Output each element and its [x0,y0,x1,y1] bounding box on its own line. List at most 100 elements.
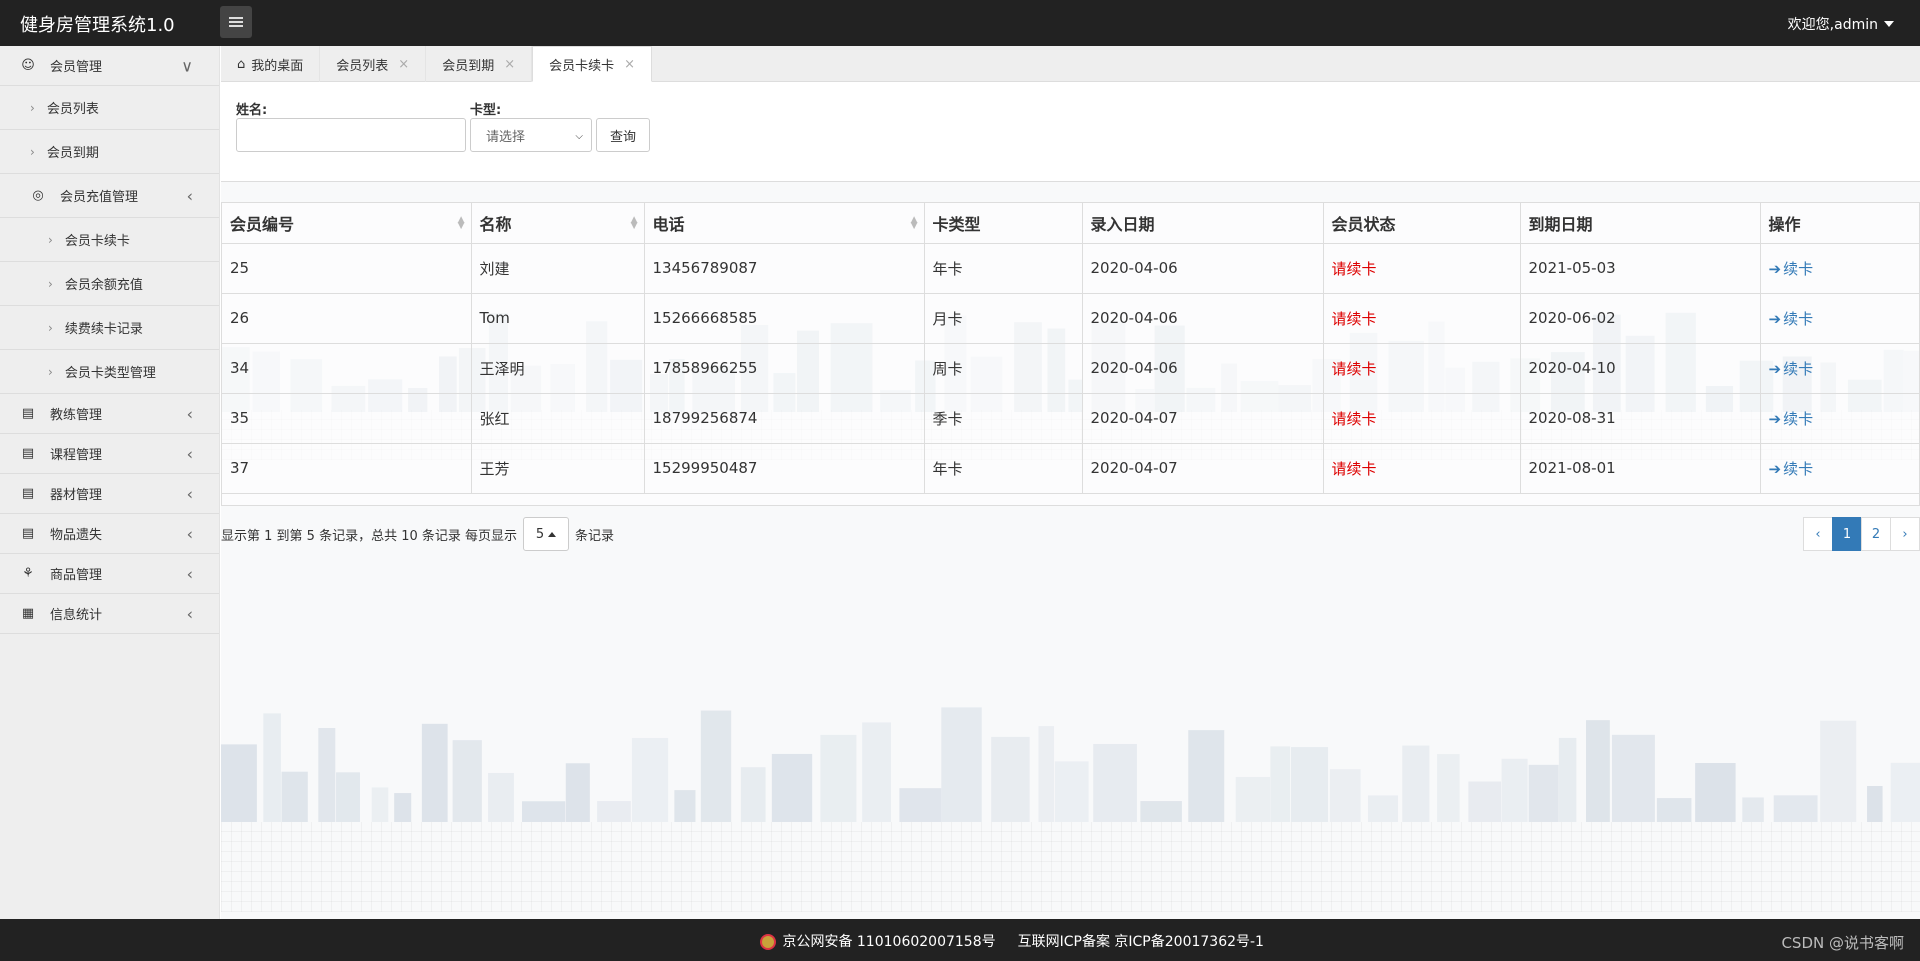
member-table: 会员编号 ▲ ▼ 名称 ▲ ▼ 电话 ▲ ▼ 卡类型 录入日期 会员状态 到期日期 操作 25 刘建 1345… [221,202,1920,506]
sidebar-item[interactable]: ▤ 课程管理 ‹ [0,434,219,474]
cell-text: 续卡 [1783,359,1814,378]
table-cell: 18799256874 [644,393,925,444]
sidebar-item[interactable]: › 会员列表 [0,86,219,130]
sidebar-item-label: 会员充值管理 [60,190,139,205]
renew-link[interactable]: ➔ 续卡 [1760,343,1919,394]
grid-icon: ▦ [21,606,35,621]
tab[interactable]: 会员列表 × [320,46,427,82]
renew-link[interactable]: ➔ 续卡 [1760,393,1919,444]
user-icon: ☺ [21,58,35,73]
table-cell: 张红 [471,393,645,444]
tab[interactable]: ⌂ 我的桌面 [221,46,321,82]
name-input[interactable] [236,118,466,152]
query-button[interactable]: 查询 [596,118,650,152]
renew-link[interactable]: ➔ 续卡 [1760,243,1919,294]
table-cell: Tom [471,293,645,344]
tab[interactable]: 会员卡续卡 × [532,46,653,82]
sidebar-item[interactable]: ▦ 信息统计 ‹ [0,594,219,634]
table-cell: 15299950487 [644,443,925,494]
column-header-label: 名称 [479,214,512,234]
column-header[interactable]: 会员编号 ▲ ▼ [222,203,472,244]
sidebar-item[interactable]: ◎ 会员充值管理 ‹ [0,174,219,218]
menu-toggle-button[interactable] [220,6,252,38]
sidebar-item[interactable]: › 续费续卡记录 [0,306,219,350]
cell-text: 王芳 [479,459,510,478]
sidebar-item[interactable]: ▤ 器材管理 ‹ [0,474,219,514]
icp-record[interactable]: 互联网ICP备案 京ICP备20017362号-1 [1018,931,1264,951]
column-header: 录入日期 [1082,203,1324,244]
police-record[interactable]: 京公网安备 11010602007158号 [760,931,996,951]
sidebar-item-label: 会员余额充值 [64,278,143,293]
column-header[interactable]: 电话 ▲ ▼ [644,203,925,244]
table-cell: 刘建 [471,243,645,294]
arrow-right-icon: ➔ [1768,359,1782,378]
sidebar-item[interactable]: ▤ 物品遗失 ‹ [0,514,219,554]
cell-text: 18799256874 [652,409,758,427]
cell-text: 年卡 [932,459,963,478]
column-header-label: 到期日期 [1528,214,1593,234]
pagination-info: 显示第 1 到第 5 条记录，总共 10 条记录 每页显示 5 条记录 [221,517,614,551]
card-type-selected: 请选择 [486,129,526,145]
column-header: 卡类型 [924,203,1083,244]
close-icon[interactable]: × [504,57,515,72]
cell-text: 2021-05-03 [1528,259,1616,277]
table-cell: 2020-04-07 [1082,393,1324,444]
name-label: 姓名: [236,103,268,118]
close-icon[interactable]: × [398,57,409,72]
column-header[interactable]: 名称 ▲ ▼ [471,203,645,244]
sidebar-item[interactable]: › 会员到期 [0,130,219,174]
caret-up-icon [548,531,557,537]
card-type-select[interactable]: 请选择 ⌵ [470,118,592,152]
cell-text: 续卡 [1783,259,1814,278]
table-cell: 年卡 [924,243,1083,294]
page-button[interactable]: 1 [1832,517,1862,551]
table-cell: 13456789087 [644,243,925,294]
cell-text: 续卡 [1783,459,1814,478]
card-type-label: 卡型: [470,103,502,118]
prev-page-button[interactable]: ‹ [1803,517,1833,551]
table-cell: 25 [222,243,472,294]
chevron-down-icon: ⌵ [575,131,583,142]
chevron-right-icon: › [30,144,35,159]
sidebar-item[interactable]: › 会员卡续卡 [0,218,219,262]
cell-text: 26 [230,309,250,327]
column-header: 会员状态 [1323,203,1521,244]
sidebar-item[interactable]: ▤ 教练管理 ‹ [0,394,219,434]
table-cell: 2020-04-06 [1082,293,1324,344]
cell-text: 2020-04-10 [1528,359,1616,377]
chevron-right-icon: › [48,276,53,291]
chevron-left-icon: ‹ [186,186,193,205]
column-header-label: 会员状态 [1331,214,1396,234]
close-icon[interactable]: × [624,57,635,72]
cell-text: 35 [230,409,250,427]
cell-text: 2020-04-06 [1090,359,1178,377]
sidebar-item[interactable]: ☺ 会员管理 ∨ [0,46,219,86]
page-button[interactable]: 2 [1861,517,1891,551]
search-form: 姓名: 卡型: 请选择 ⌵ 查询 [221,82,1920,182]
table-cell: 王芳 [471,443,645,494]
sidebar-item[interactable]: › 会员卡类型管理 [0,350,219,394]
table-cell: 请续卡 [1323,343,1521,394]
table-cell: 王泽明 [471,343,645,394]
page-size-select[interactable]: 5 [523,517,570,551]
column-header-label: 会员编号 [230,214,295,234]
tab[interactable]: 会员到期 × [426,46,533,82]
user-menu[interactable]: 欢迎您,admin [1788,14,1894,34]
cell-text: 2020-08-31 [1528,409,1616,427]
cell-text: 月卡 [932,309,963,328]
cell-text: 续卡 [1783,409,1814,428]
chevron-right-icon: › [48,364,53,379]
tab-label: 会员列表 [336,58,389,74]
next-page-button[interactable]: › [1890,517,1920,551]
sidebar-item[interactable]: › 会员余额充值 [0,262,219,306]
column-header-label: 卡类型 [932,214,981,234]
table-cell: 17858966255 [644,343,925,394]
renew-link[interactable]: ➔ 续卡 [1760,293,1919,344]
cell-text: 37 [230,459,250,477]
table-cell: 37 [222,443,472,494]
sidebar-item[interactable]: ⚘ 商品管理 ‹ [0,554,219,594]
table-cell: 2020-06-02 [1520,293,1761,344]
renew-link[interactable]: ➔ 续卡 [1760,443,1919,494]
sort-icon: ▲ ▼ [457,215,465,231]
table-cell: 34 [222,343,472,394]
